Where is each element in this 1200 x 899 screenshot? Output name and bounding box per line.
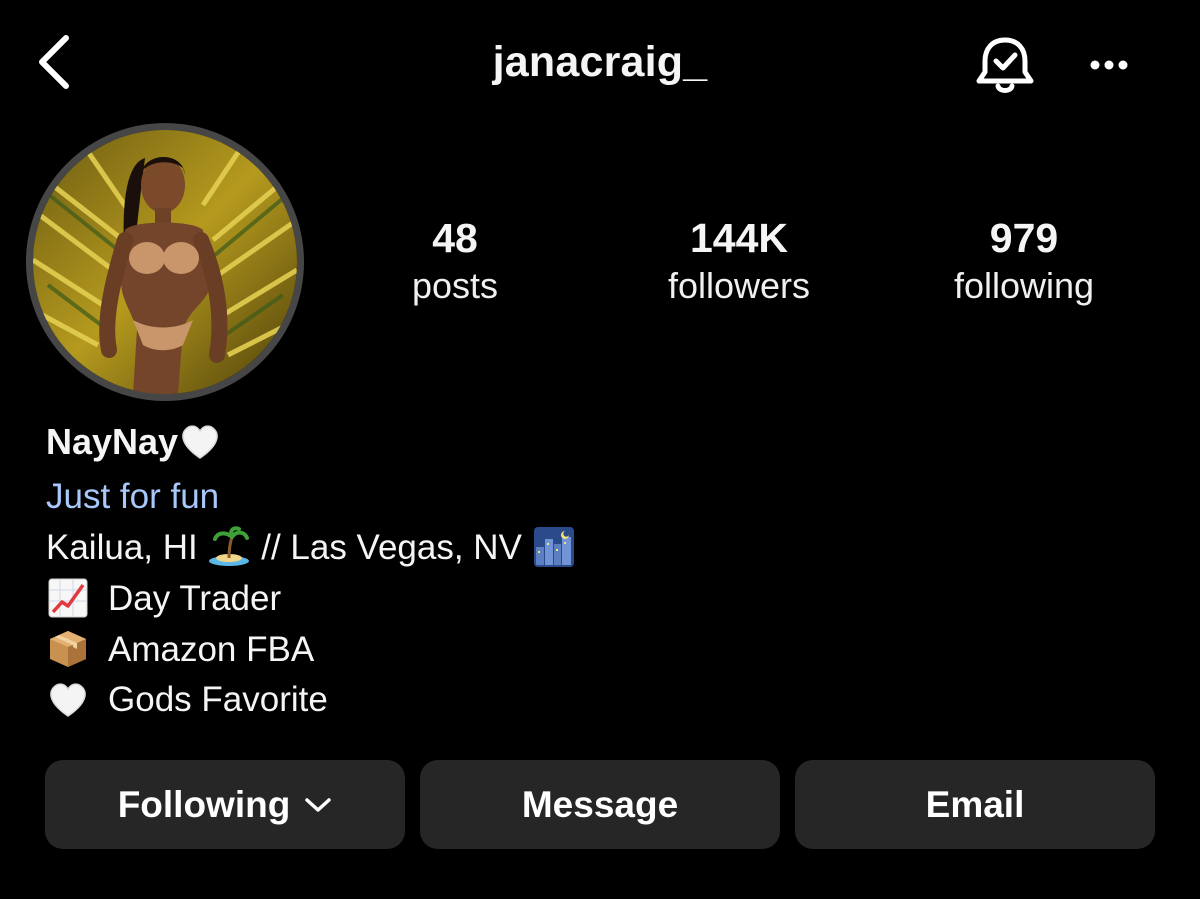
more-options-icon	[1090, 60, 1128, 70]
day-trader-text: Day Trader	[108, 579, 282, 618]
location-text-1: Kailua, HI	[46, 528, 198, 567]
following-button-label: Following	[117, 783, 291, 825]
notification-bell-check-icon	[976, 37, 1034, 93]
desert-island-icon	[207, 525, 251, 569]
posts-count: 48	[432, 215, 478, 261]
following-button[interactable]: Following	[45, 760, 405, 849]
posts-label: posts	[411, 265, 499, 306]
more-options-button[interactable]	[1078, 40, 1140, 90]
gods-favorite-text: Gods Favorite	[108, 680, 328, 719]
chart-increasing-icon	[46, 576, 90, 620]
bio-location-line: Kailua, HI // Las Vegas, NV	[46, 524, 576, 572]
following-label: following	[953, 265, 1095, 306]
bio-line-amazon-fba: Amazon FBA	[46, 626, 314, 674]
followers-stat[interactable]: 144K followers	[639, 212, 839, 308]
email-button-label: Email	[925, 783, 1025, 825]
profile-category: Just for fun	[46, 477, 220, 516]
followers-count: 144K	[689, 215, 788, 261]
following-stat[interactable]: 979 following	[924, 212, 1124, 308]
bio-line-day-trader: Day Trader	[46, 575, 281, 623]
white-heart-icon	[46, 677, 90, 721]
message-button[interactable]: Message	[420, 760, 780, 849]
profile-avatar[interactable]	[26, 123, 304, 401]
message-button-label: Message	[521, 783, 679, 825]
email-button[interactable]: Email	[795, 760, 1155, 849]
bio-line-gods-favorite: Gods Favorite	[46, 676, 328, 724]
chevron-down-icon	[305, 797, 332, 812]
following-count: 979	[989, 215, 1059, 261]
package-icon	[46, 627, 90, 671]
white-heart-icon	[178, 419, 222, 463]
avatar-photo	[33, 130, 297, 394]
location-text-2: // Las Vegas, NV	[261, 528, 522, 567]
profile-display-name: NayNay	[46, 418, 222, 466]
notifications-button[interactable]	[970, 34, 1040, 98]
night-city-icon	[532, 525, 576, 569]
posts-stat[interactable]: 48 posts	[355, 212, 555, 308]
followers-label: followers	[667, 265, 811, 306]
display-name-text: NayNay	[46, 421, 179, 462]
amazon-fba-text: Amazon FBA	[108, 630, 315, 669]
